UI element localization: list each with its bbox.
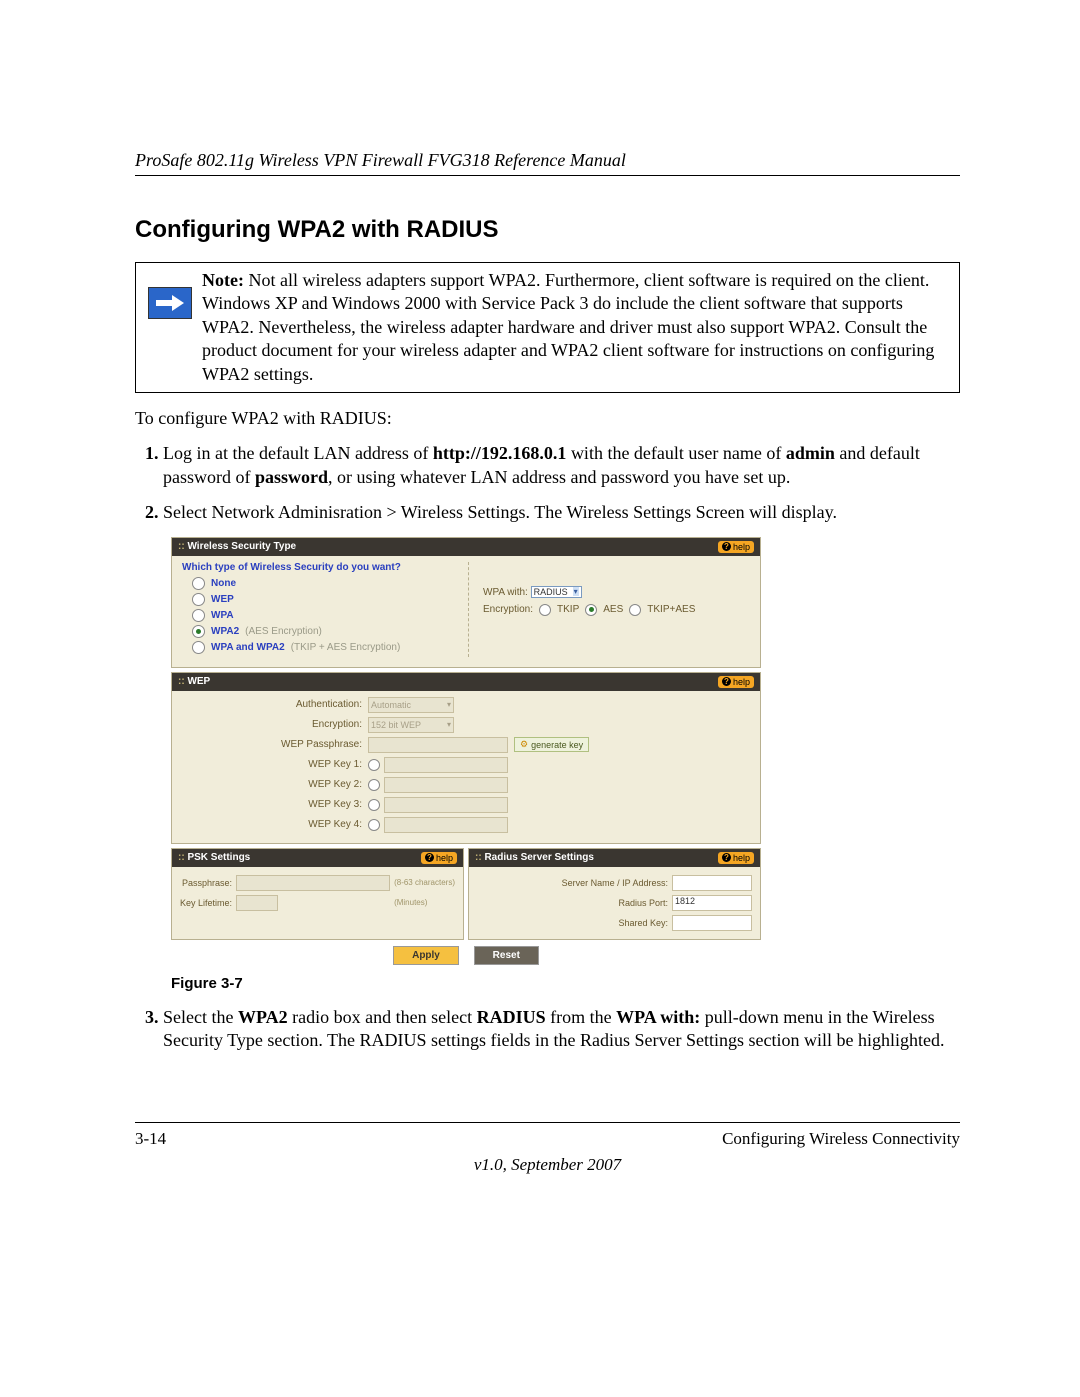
panel-title: :: WEP [178, 676, 210, 687]
psk-pass-label: Passphrase: [180, 878, 232, 888]
encryption-label: Encryption: [483, 604, 533, 615]
radio-key2[interactable] [368, 779, 380, 791]
running-header: ProSafe 802.11g Wireless VPN Firewall FV… [135, 150, 960, 176]
auth-label: Authentication: [182, 699, 362, 710]
reset-button[interactable]: Reset [474, 946, 539, 965]
radio-wpa-wpa2[interactable] [192, 641, 205, 654]
panel-title: :: PSK Settings [178, 852, 250, 863]
wep-key2-input [384, 777, 508, 793]
wep-key1-label: WEP Key 1: [182, 759, 362, 770]
security-question: Which type of Wireless Security do you w… [182, 562, 462, 573]
radio-tkip-aes[interactable] [629, 604, 641, 616]
arrow-right-icon [148, 287, 192, 319]
wep-enc-select: 152 bit WEP [368, 717, 454, 733]
panel-security-type: :: Wireless Security Type help Which typ… [171, 537, 761, 668]
wep-key4-input [384, 817, 508, 833]
page-number: 3-14 [135, 1129, 166, 1149]
panel-title: :: Radius Server Settings [475, 852, 594, 863]
psk-pass-input [236, 875, 390, 891]
auth-select: Automatic [368, 697, 454, 713]
step-2: Select Network Adminisration > Wireless … [163, 501, 960, 524]
radio-wpa2[interactable] [192, 625, 205, 638]
radio-wpa[interactable] [192, 609, 205, 622]
radio-aes[interactable] [585, 604, 597, 616]
help-link[interactable]: help [718, 676, 754, 688]
radius-port-input[interactable]: 1812 [672, 895, 752, 911]
footer-version: v1.0, September 2007 [135, 1155, 960, 1175]
wpa-with-label: WPA with: [483, 587, 528, 598]
wep-key3-label: WEP Key 3: [182, 799, 362, 810]
note-box: Note: Not all wireless adapters support … [135, 262, 960, 393]
intro-text: To configure WPA2 with RADIUS: [135, 407, 960, 430]
radio-key1[interactable] [368, 759, 380, 771]
panel-wep: :: WEP help Authentication: Automatic En… [171, 672, 761, 844]
psk-life-label: Key Lifetime: [180, 898, 232, 908]
psk-pass-hint: (8-63 characters) [394, 878, 455, 887]
wep-key4-label: WEP Key 4: [182, 819, 362, 830]
wpa-with-select[interactable]: RADIUS [531, 586, 582, 598]
panel-title: :: Wireless Security Type [178, 541, 296, 552]
radio-tkip[interactable] [539, 604, 551, 616]
wep-pass-input [368, 737, 508, 753]
help-link[interactable]: help [718, 541, 754, 553]
footer-chapter: Configuring Wireless Connectivity [722, 1129, 960, 1149]
radio-none[interactable] [192, 577, 205, 590]
apply-button[interactable]: Apply [393, 946, 459, 965]
wep-key1-input [384, 757, 508, 773]
psk-life-hint: (Minutes) [394, 898, 455, 907]
note-label: Note: [202, 270, 244, 290]
radius-server-input[interactable] [672, 875, 752, 891]
embedded-screenshot: :: Wireless Security Type help Which typ… [171, 537, 761, 967]
panel-radius: :: Radius Server Settings help Server Na… [468, 848, 761, 940]
wep-enc-label: Encryption: [182, 719, 362, 730]
wep-key2-label: WEP Key 2: [182, 779, 362, 790]
psk-life-input [236, 895, 278, 911]
radio-key3[interactable] [368, 799, 380, 811]
radius-shared-label: Shared Key: [477, 918, 668, 928]
wep-pass-label: WEP Passphrase: [182, 739, 362, 750]
generate-key-button[interactable]: generate key [514, 737, 589, 752]
help-link[interactable]: help [421, 852, 457, 864]
radius-server-label: Server Name / IP Address: [477, 878, 668, 888]
figure-caption: Figure 3-7 [171, 975, 960, 992]
radius-port-label: Radius Port: [477, 898, 668, 908]
help-link[interactable]: help [718, 852, 754, 864]
radius-shared-input[interactable] [672, 915, 752, 931]
radio-key4[interactable] [368, 819, 380, 831]
panel-psk: :: PSK Settings help Passphrase: (8-63 c… [171, 848, 464, 940]
radio-wep[interactable] [192, 593, 205, 606]
note-text: Note: Not all wireless adapters support … [202, 269, 949, 386]
step-1: Log in at the default LAN address of htt… [163, 442, 960, 489]
wep-key3-input [384, 797, 508, 813]
section-title: Configuring WPA2 with RADIUS [135, 216, 960, 244]
step-3: Select the WPA2 radio box and then selec… [163, 1006, 960, 1053]
